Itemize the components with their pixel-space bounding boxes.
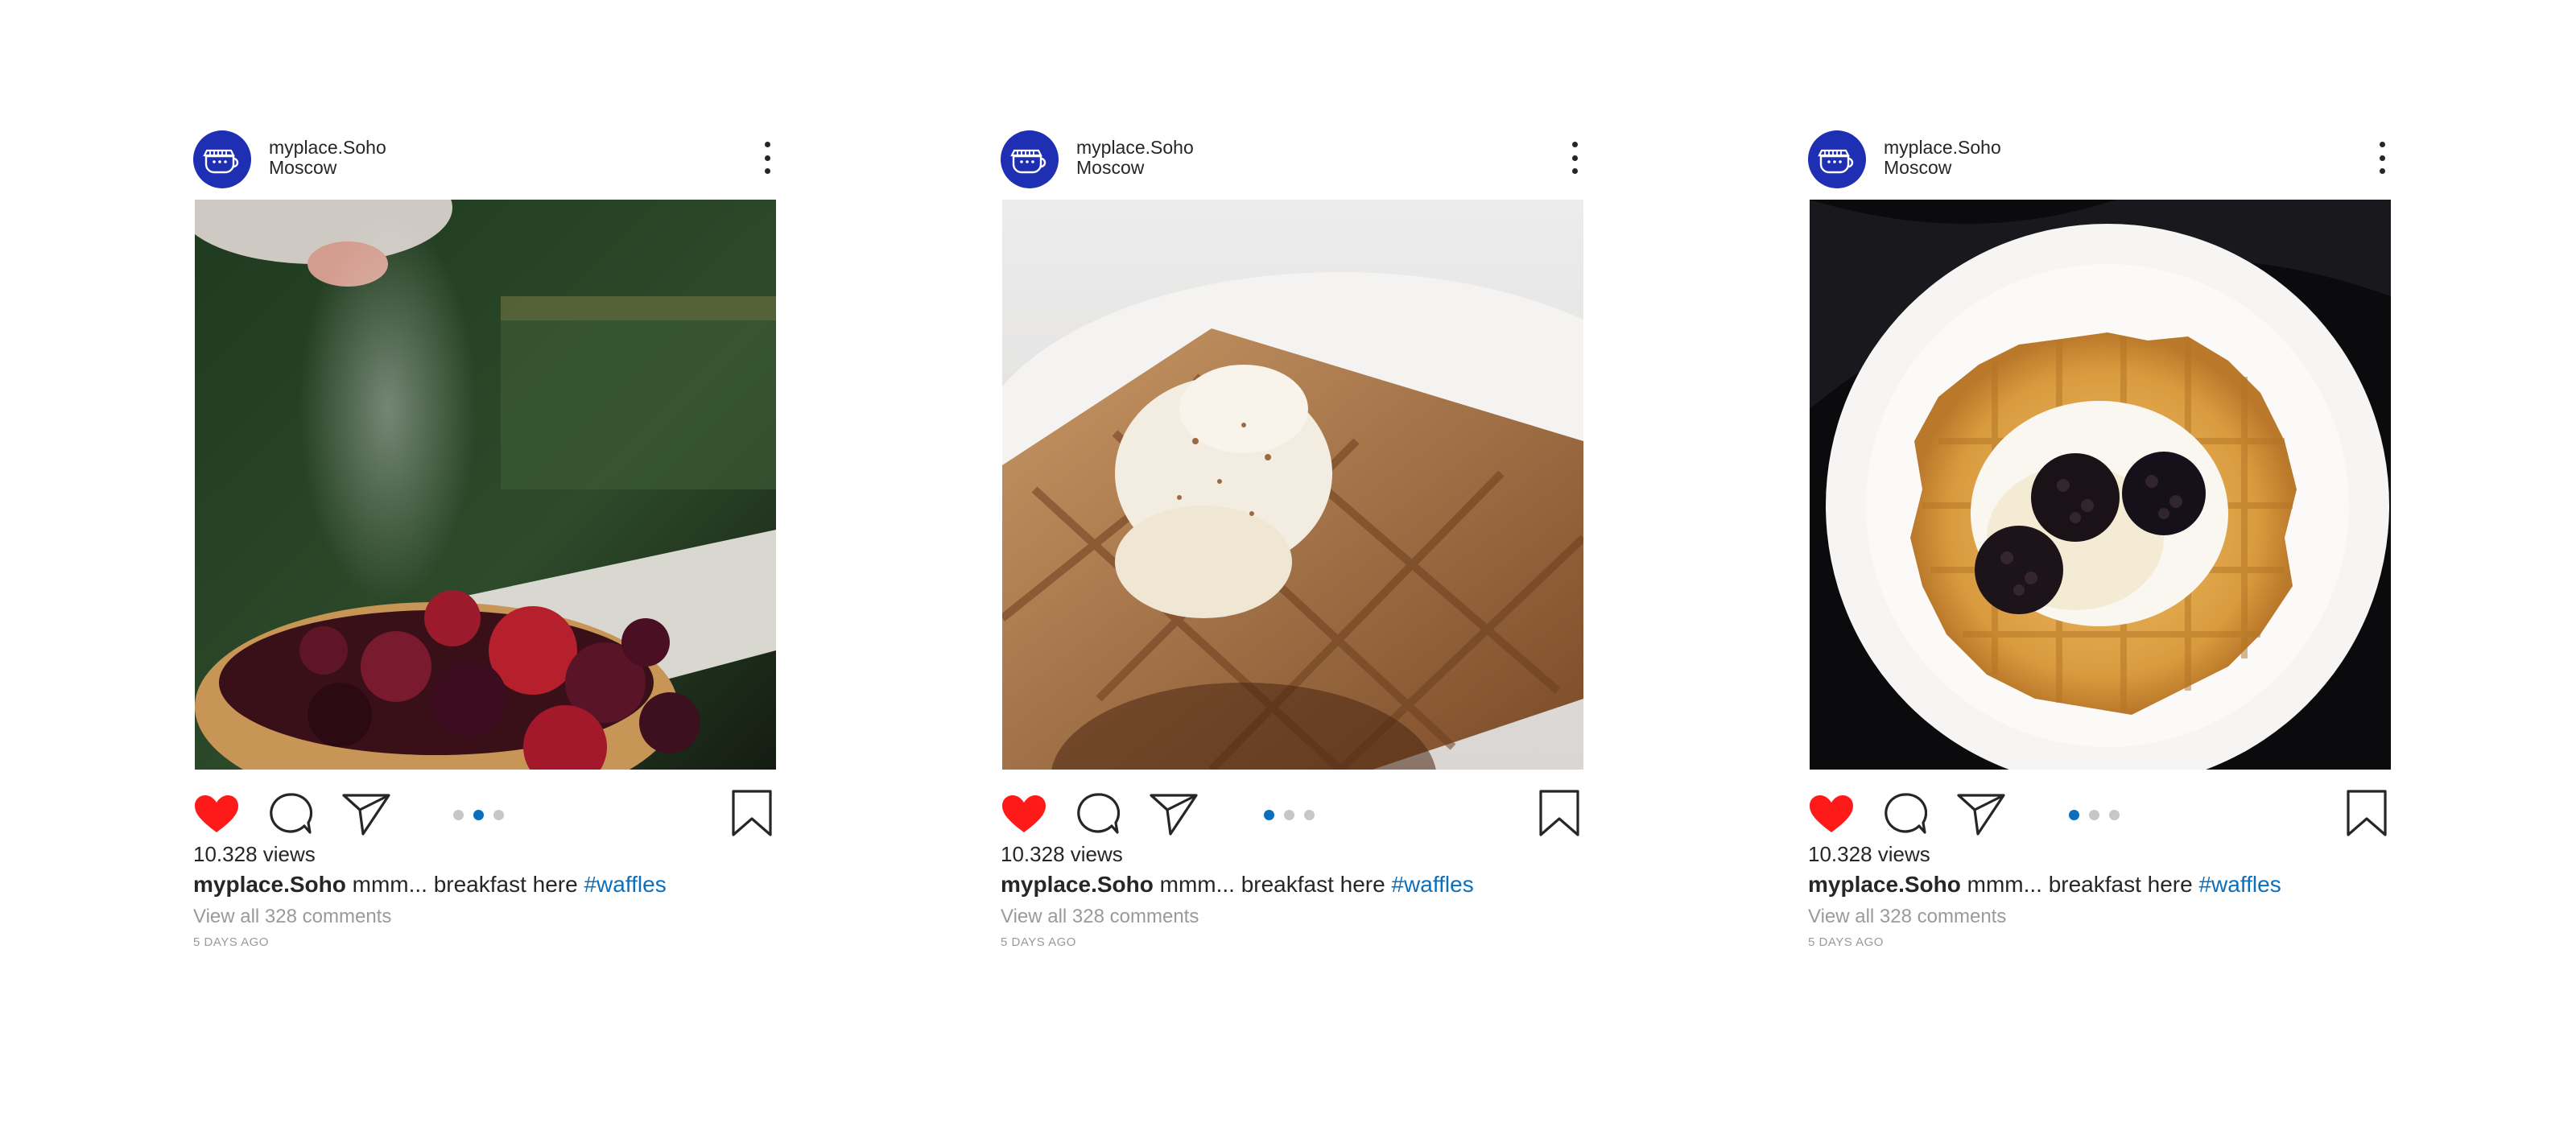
carousel-dot[interactable]: [1304, 810, 1315, 820]
post-card: myplace.Soho Moscow 10.328 views myplace…: [1001, 127, 1585, 949]
like-button[interactable]: [193, 794, 240, 834]
caption: myplace.Soho mmm... breakfast here #waff…: [1808, 869, 2281, 900]
heart-icon: [1810, 795, 1853, 832]
carousel-dot-active[interactable]: [473, 810, 484, 820]
waffle-with-blackberries-photo: [1810, 200, 2391, 770]
bookmark-icon: [2347, 790, 2387, 836]
comment-icon: [1885, 793, 1927, 834]
post-location[interactable]: Moscow: [1076, 158, 1194, 177]
waffle-with-berries-and-sugar-photo: [195, 200, 776, 770]
user-block: myplace.Soho Moscow: [269, 137, 386, 177]
save-button[interactable]: [1538, 789, 1580, 837]
post-header: myplace.Soho Moscow: [1001, 127, 1585, 201]
save-button[interactable]: [731, 789, 773, 837]
views-count: 10.328 views: [193, 842, 316, 866]
carousel-dot[interactable]: [453, 810, 464, 820]
share-button[interactable]: [1149, 792, 1199, 836]
post-location[interactable]: Moscow: [1884, 158, 2001, 177]
cafe-logo-icon: [1814, 137, 1860, 182]
post-header: myplace.Soho Moscow: [193, 127, 778, 201]
hashtag-link[interactable]: #waffles: [1391, 872, 1473, 897]
carousel-dot-active[interactable]: [2069, 810, 2079, 820]
caption-text: mmm... breakfast here: [1960, 872, 2199, 897]
caption: myplace.Soho mmm... breakfast here #waff…: [193, 869, 667, 900]
more-options-button[interactable]: [1564, 142, 1585, 174]
heart-icon: [1002, 795, 1046, 832]
views-count: 10.328 views: [1001, 842, 1123, 866]
more-options-button[interactable]: [757, 142, 778, 174]
more-vertical-icon: [2379, 142, 2385, 147]
avatar[interactable]: [193, 130, 251, 188]
send-icon: [1957, 794, 2005, 836]
save-button[interactable]: [2346, 789, 2388, 837]
hashtag-link[interactable]: #waffles: [584, 872, 666, 897]
more-vertical-icon: [1571, 142, 1578, 147]
caption-username[interactable]: myplace.Soho: [193, 872, 346, 897]
view-comments-link[interactable]: View all 328 comments: [1808, 903, 2006, 931]
carousel-dot[interactable]: [2089, 810, 2099, 820]
heart-icon: [195, 795, 238, 832]
comment-icon: [270, 793, 312, 834]
post-username[interactable]: myplace.Soho: [269, 137, 386, 158]
share-button[interactable]: [1956, 792, 2006, 836]
carousel-dot[interactable]: [2109, 810, 2120, 820]
caption-username[interactable]: myplace.Soho: [1808, 872, 1961, 897]
view-comments-link[interactable]: View all 328 comments: [193, 903, 391, 931]
user-block: myplace.Soho Moscow: [1884, 137, 2001, 177]
post-card: myplace.Soho Moscow 10.328 views myplace…: [1808, 127, 2392, 949]
carousel-dot[interactable]: [493, 810, 504, 820]
views-count: 10.328 views: [1808, 842, 1930, 866]
carousel-indicator: [453, 810, 504, 820]
post-photo[interactable]: [1810, 200, 2391, 770]
post-location[interactable]: Moscow: [269, 158, 386, 177]
hashtag-link[interactable]: #waffles: [2198, 872, 2281, 897]
comment-button[interactable]: [1884, 792, 1927, 836]
avatar[interactable]: [1001, 130, 1059, 188]
post-timestamp: 5 DAYS AGO: [193, 935, 269, 949]
bookmark-icon: [1539, 790, 1579, 836]
send-icon: [1150, 794, 1198, 836]
waffle-with-ice-cream-photo: [1002, 200, 1583, 770]
comment-button[interactable]: [1076, 792, 1120, 836]
caption-text: mmm... breakfast here: [1153, 872, 1392, 897]
carousel-indicator: [1264, 810, 1315, 820]
more-vertical-icon: [764, 142, 770, 147]
post-actions: [1001, 784, 1585, 840]
post-card: myplace.Soho Moscow 10.328 views myplace…: [193, 127, 778, 949]
carousel-dot[interactable]: [1284, 810, 1294, 820]
bookmark-icon: [732, 790, 772, 836]
carousel-dot-active[interactable]: [1264, 810, 1274, 820]
view-comments-link[interactable]: View all 328 comments: [1001, 903, 1199, 931]
post-photo[interactable]: [1002, 200, 1583, 770]
comment-icon: [1077, 793, 1120, 834]
post-username[interactable]: myplace.Soho: [1076, 137, 1194, 158]
send-icon: [342, 794, 390, 836]
post-timestamp: 5 DAYS AGO: [1808, 935, 1884, 949]
like-button[interactable]: [1808, 794, 1855, 834]
cafe-logo-icon: [1007, 137, 1052, 182]
post-photo[interactable]: [195, 200, 776, 770]
more-options-button[interactable]: [2372, 142, 2392, 174]
post-timestamp: 5 DAYS AGO: [1001, 935, 1076, 949]
carousel-indicator: [2069, 810, 2120, 820]
comment-button[interactable]: [269, 792, 312, 836]
share-button[interactable]: [341, 792, 391, 836]
post-username[interactable]: myplace.Soho: [1884, 137, 2001, 158]
post-actions: [193, 784, 778, 840]
caption: myplace.Soho mmm... breakfast here #waff…: [1001, 869, 1474, 900]
user-block: myplace.Soho Moscow: [1076, 137, 1194, 177]
post-actions: [1808, 784, 2392, 840]
caption-text: mmm... breakfast here: [345, 872, 584, 897]
like-button[interactable]: [1001, 794, 1047, 834]
post-header: myplace.Soho Moscow: [1808, 127, 2392, 201]
avatar[interactable]: [1808, 130, 1866, 188]
caption-username[interactable]: myplace.Soho: [1001, 872, 1154, 897]
cafe-logo-icon: [200, 137, 245, 182]
